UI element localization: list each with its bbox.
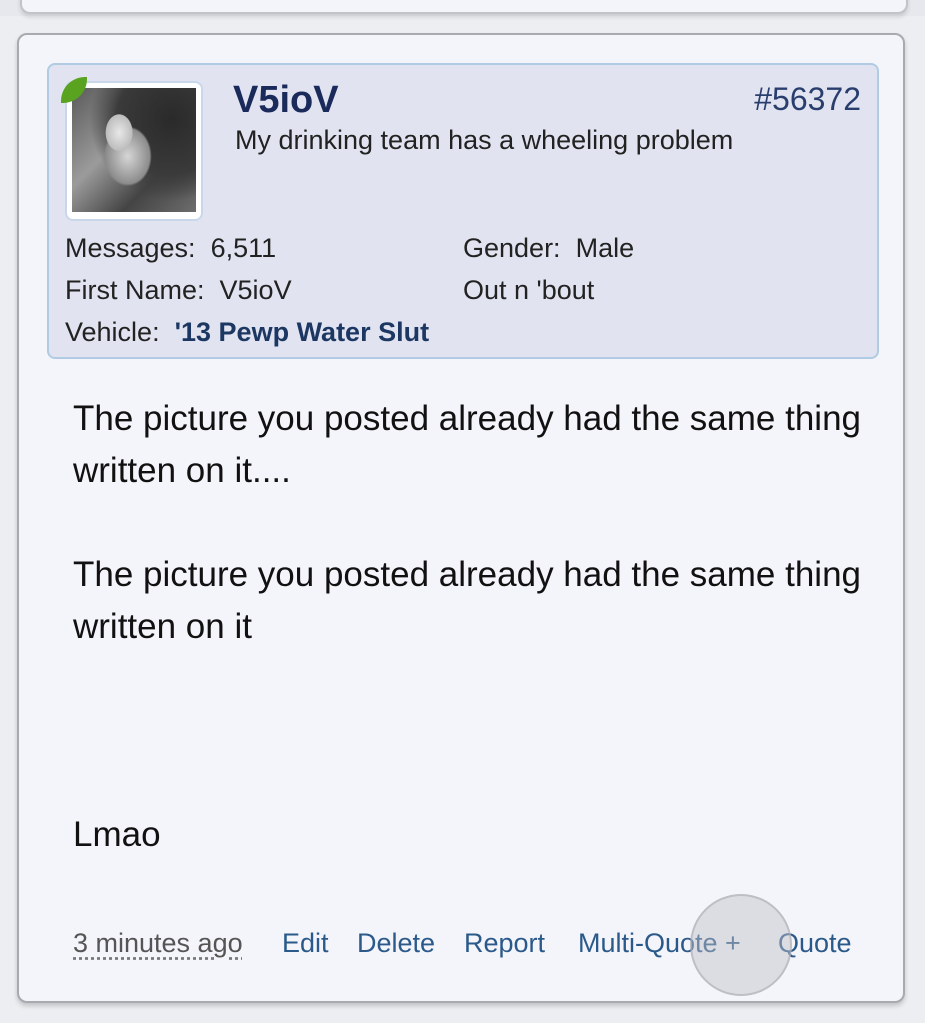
stat-gender-value: Male: [575, 233, 635, 263]
multi-quote-link[interactable]: Multi-Quote +: [578, 928, 741, 959]
stat-vehicle-label: Vehicle:: [65, 317, 160, 347]
stat-location: Out n 'bout: [463, 275, 595, 305]
stat-first-name-label: First Name:: [65, 275, 205, 305]
quote-link[interactable]: Quote: [778, 928, 852, 959]
avatar-image: [72, 88, 196, 212]
previous-post-card: [20, 0, 908, 14]
delete-link[interactable]: Delete: [357, 928, 435, 959]
report-link[interactable]: Report: [464, 928, 545, 959]
stat-gender: Gender: Male: [463, 233, 634, 264]
stat-gender-label: Gender:: [463, 233, 561, 263]
avatar[interactable]: [65, 81, 203, 221]
post-card: V5ioV #56372 My drinking team has a whee…: [17, 33, 905, 1003]
username-link[interactable]: V5ioV: [233, 79, 339, 122]
message-paragraph: The picture you posted already had the s…: [73, 399, 861, 490]
stat-messages: Messages: 6,511: [65, 233, 276, 264]
user-title: My drinking team has a wheeling problem: [235, 125, 734, 155]
stat-vehicle: Vehicle: '13 Pewp Water Slut: [65, 317, 429, 348]
stat-first-name: First Name: V5ioV: [65, 275, 292, 306]
post-timestamp[interactable]: 3 minutes ago: [73, 928, 243, 959]
vehicle-link[interactable]: '13 Pewp Water Slut: [175, 317, 429, 347]
message-paragraph: Lmao: [73, 815, 161, 854]
message-body: The picture you posted already had the s…: [73, 393, 863, 861]
post-number-link[interactable]: #56372: [754, 81, 861, 118]
message-paragraph: The picture you posted already had the s…: [73, 555, 861, 646]
user-info-box: V5ioV #56372 My drinking team has a whee…: [47, 63, 879, 359]
stat-messages-label: Messages:: [65, 233, 196, 263]
stat-messages-value: 6,511: [210, 233, 277, 263]
edit-link[interactable]: Edit: [282, 928, 329, 959]
stat-first-name-value: V5ioV: [219, 275, 292, 305]
